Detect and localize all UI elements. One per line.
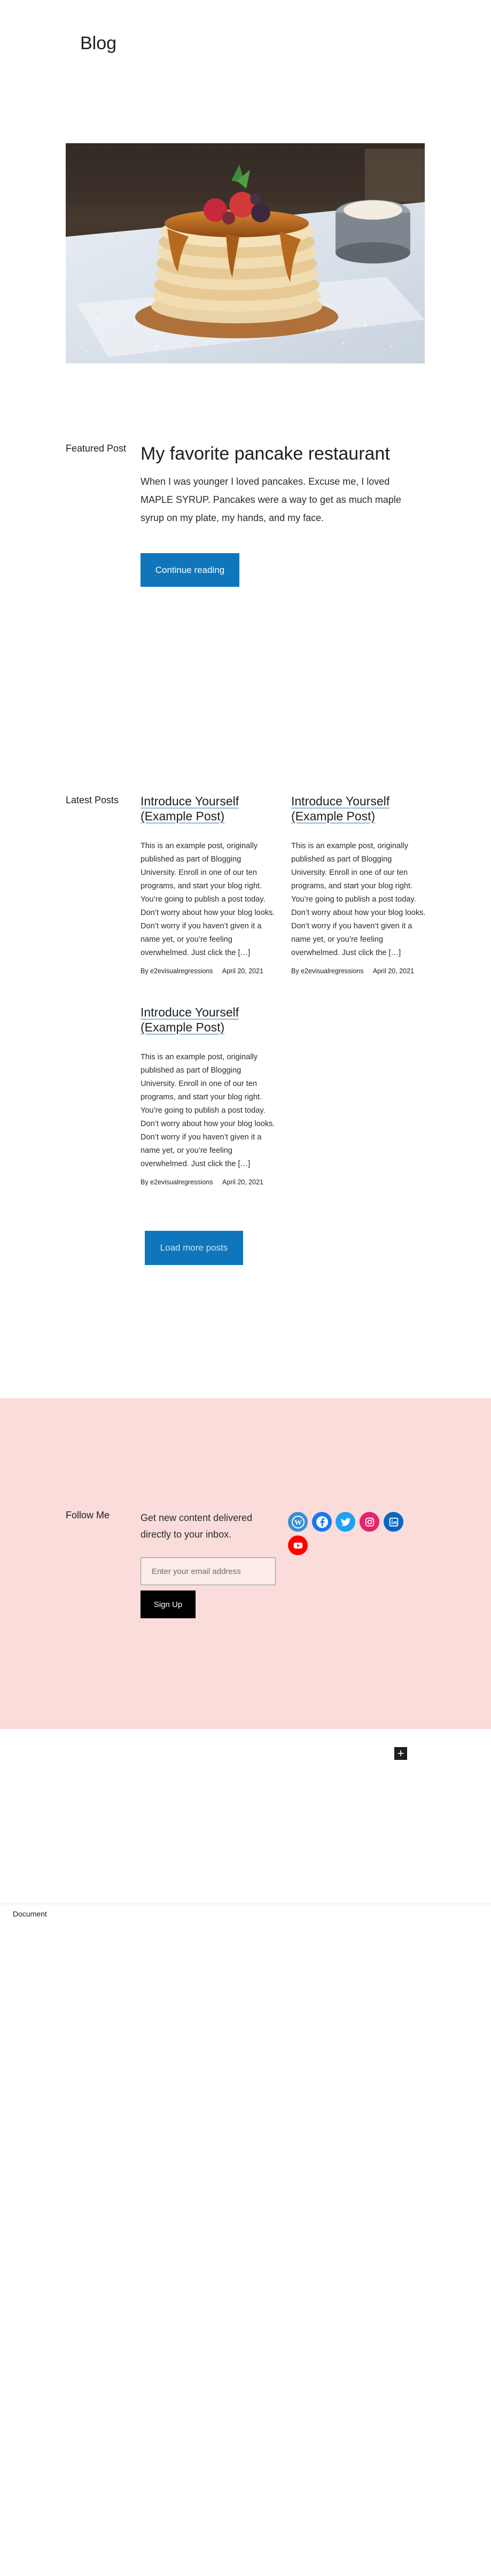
sign-up-button[interactable]: Sign Up [141,1590,196,1618]
post-card: Introduce Yourself (Example Post) This i… [141,1005,276,1186]
post-title-link[interactable]: Introduce Yourself (Example Post) [291,794,426,824]
continue-reading-button[interactable]: Continue reading [141,553,239,587]
post-author-link[interactable]: By e2evisualregressions [141,967,213,975]
post-author-link[interactable]: By e2evisualregressions [141,1178,213,1186]
youtube-icon[interactable] [288,1535,308,1555]
post-author-link[interactable]: By e2evisualregressions [291,967,364,975]
follow-me-label: Follow Me [66,1510,110,1520]
post-title-link[interactable]: Introduce Yourself (Example Post) [141,1005,276,1035]
post-excerpt: This is an example post, originally publ… [291,842,426,957]
post-meta: By e2evisualregressions April 20, 2021 [291,967,414,975]
newsletter-description: Get new content delivered directly to yo… [141,1512,253,1540]
hero-image [66,143,425,363]
load-more-posts-button[interactable]: Load more posts [145,1231,243,1265]
svg-text:W: W [294,1519,302,1527]
add-block-button[interactable]: + [394,1747,407,1760]
post-date[interactable]: April 20, 2021 [222,967,263,975]
instagram-icon[interactable] [360,1512,379,1532]
post-date[interactable]: April 20, 2021 [222,1178,263,1186]
post-excerpt: This is an example post, originally publ… [141,1053,275,1168]
linkedin-icon[interactable] [384,1512,403,1532]
post-excerpt: This is an example post, originally publ… [141,842,275,957]
post-card: Introduce Yourself (Example Post) This i… [291,794,426,975]
twitter-icon[interactable] [336,1512,355,1532]
wordpress-icon[interactable]: W [288,1512,308,1532]
latest-posts-label: Latest Posts [66,795,119,805]
breadcrumb[interactable]: Document [13,1910,47,1918]
post-card: Introduce Yourself (Example Post) This i… [141,794,276,975]
featured-post-title[interactable]: My favorite pancake restaurant [141,443,390,465]
post-date[interactable]: April 20, 2021 [373,967,414,975]
post-title-link[interactable]: Introduce Yourself (Example Post) [141,794,276,824]
featured-post-excerpt: When I was younger I loved pancakes. Exc… [141,476,401,523]
facebook-icon[interactable] [312,1512,332,1532]
post-meta: By e2evisualregressions April 20, 2021 [141,967,263,975]
email-field[interactable] [141,1557,276,1585]
site-title[interactable]: Blog [80,33,116,54]
featured-post-label: Featured Post [66,443,127,454]
post-meta: By e2evisualregressions April 20, 2021 [141,1178,263,1186]
